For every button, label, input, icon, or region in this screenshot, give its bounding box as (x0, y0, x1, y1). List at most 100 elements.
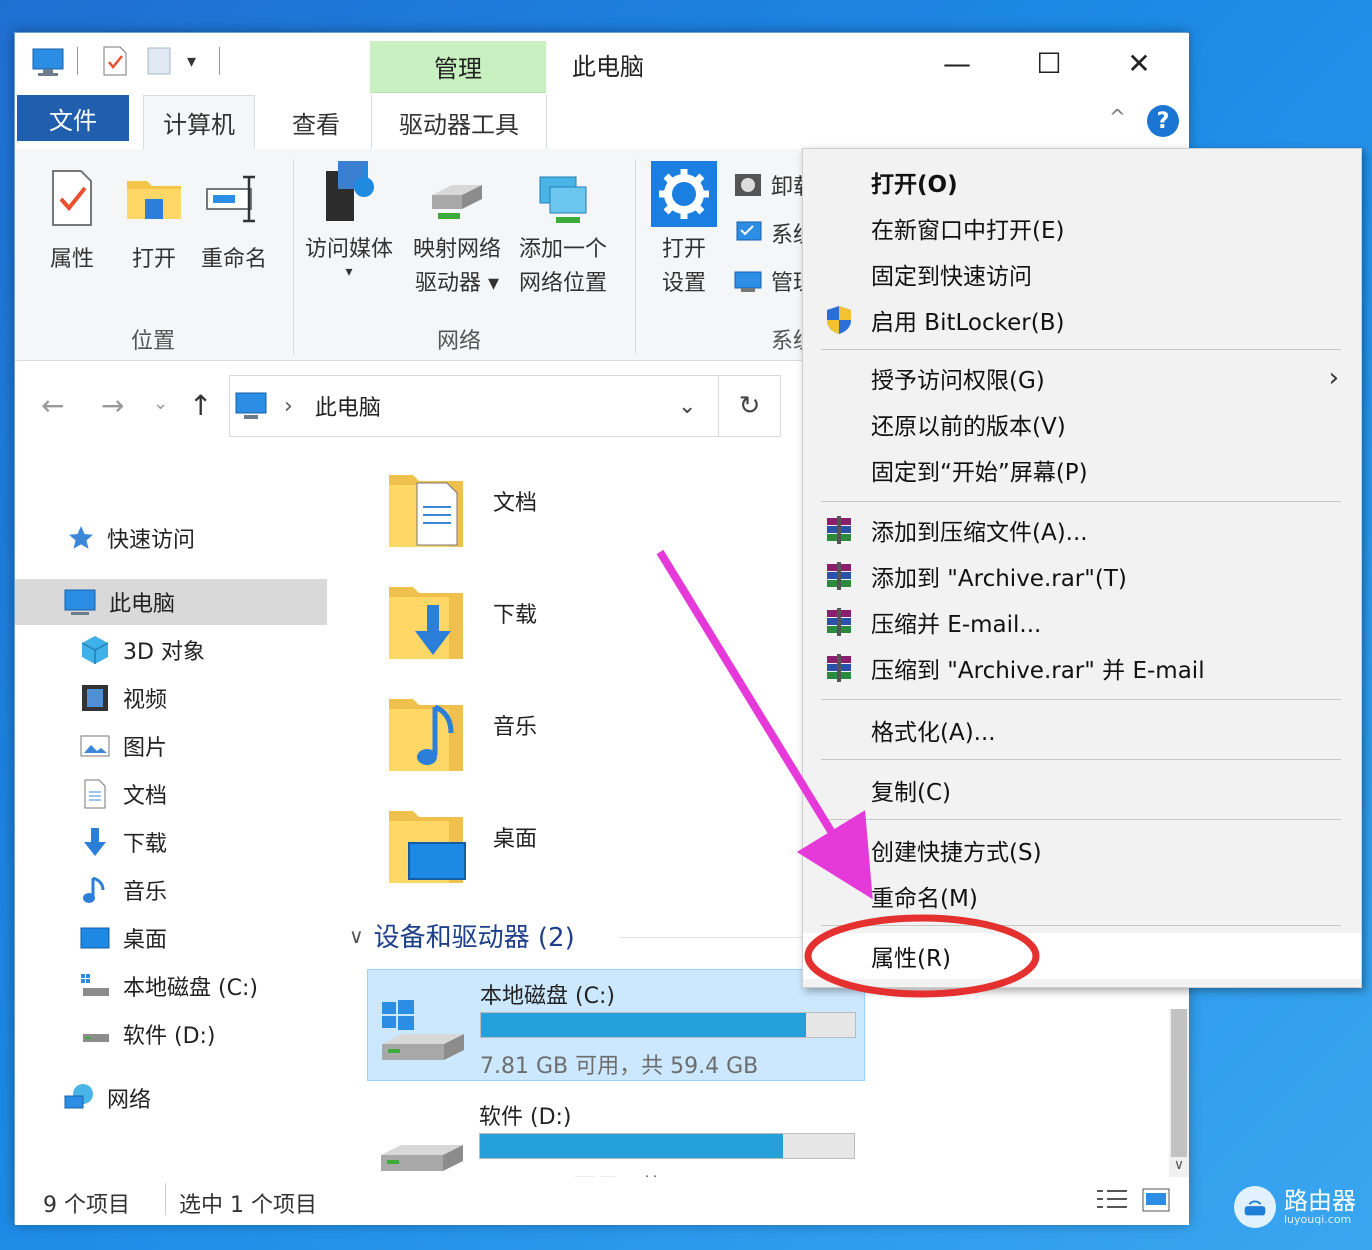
drive-usage-fill (480, 1134, 783, 1158)
window-title: 此电脑 (572, 53, 644, 81)
rename-label: 重命名 (201, 247, 268, 272)
folder-label[interactable]: 音乐 (493, 709, 537, 741)
sidebar-item-desktop[interactable]: 桌面 (15, 915, 327, 961)
sidebar-item-3d-objects[interactable]: 3D 对象 (15, 627, 327, 673)
sidebar-item-pictures[interactable]: 图片 (15, 723, 327, 769)
documents-folder-icon[interactable] (387, 463, 467, 553)
new-folder-quick-icon[interactable] (145, 45, 173, 77)
menu-item-create-shortcut[interactable]: 创建快捷方式(S) (803, 827, 1361, 873)
maximize-button[interactable]: ☐ (1019, 41, 1079, 85)
scroll-down-icon[interactable]: ∨ (1169, 1157, 1189, 1177)
chevron-down-icon[interactable]: ∨ (349, 924, 364, 948)
selected-count: 选中 1 个项目 (179, 1193, 317, 1218)
vertical-scrollbar[interactable]: ∨ (1169, 1009, 1189, 1177)
settings-gear-icon (651, 161, 717, 227)
menu-item-format[interactable]: 格式化(A)... (803, 707, 1361, 753)
open-button[interactable]: 打开 (123, 167, 185, 277)
section-header-label: 设备和驱动器 (2) (373, 923, 575, 953)
menu-item-compress-email[interactable]: 压缩并 E-mail... (803, 599, 1361, 645)
drive-usage-fill (481, 1013, 807, 1037)
this-pc-icon[interactable] (31, 45, 65, 77)
winrar-icon (827, 562, 851, 590)
breadcrumb-separator[interactable]: › (284, 394, 293, 419)
details-view-icon[interactable] (1095, 1187, 1129, 1213)
sidebar-item-this-pc[interactable]: 此电脑 (15, 579, 327, 625)
collapse-ribbon-button[interactable]: ^ (1109, 105, 1126, 129)
sidebar-item-local-disk-c[interactable]: 本地磁盘 (C:) (15, 963, 327, 1009)
customize-quick-access-icon[interactable]: ▾ (187, 51, 196, 72)
scrollbar-thumb[interactable] (1171, 1009, 1187, 1157)
map-network-drive-button[interactable]: 映射网络 驱动器 ▾ (413, 173, 501, 301)
access-media-icon (326, 161, 374, 221)
open-settings-button[interactable]: 打开 设置 (651, 161, 717, 301)
rename-button[interactable]: 重命名 (201, 167, 267, 277)
menu-item-compress-rar-email[interactable]: 压缩到 "Archive.rar" 并 E-mail (803, 645, 1361, 691)
sidebar-item-drive-d[interactable]: 软件 (D:) (15, 1011, 327, 1057)
navigation-pane: 快速访问 此电脑 3D 对象 视频 图片 文档 下载 音乐 桌面 本地磁盘 (C… (15, 449, 337, 1177)
folder-label[interactable]: 桌面 (493, 821, 537, 853)
submenu-chevron-icon: › (1328, 363, 1339, 393)
sidebar-item-downloads[interactable]: 下载 (15, 819, 327, 865)
this-pc-icon (64, 589, 96, 615)
drive-name: 软件 (D:) (479, 1105, 572, 1130)
menu-item-properties[interactable]: 属性(R) (803, 933, 1361, 979)
downloads-folder-icon[interactable] (387, 575, 467, 665)
sidebar-item-label: 软件 (D:) (123, 1024, 216, 1049)
winrar-icon (827, 516, 851, 544)
properties-quick-icon[interactable] (101, 45, 129, 77)
folder-label[interactable]: 文档 (493, 485, 537, 517)
address-dropdown-button[interactable]: ⌄ (678, 394, 696, 419)
sidebar-item-documents[interactable]: 文档 (15, 771, 327, 817)
add-network-location-icon (539, 176, 587, 223)
music-note-icon (83, 876, 105, 903)
group-separator (293, 159, 294, 355)
properties-button[interactable]: 属性 (41, 167, 103, 277)
add-network-location-button[interactable]: 添加一个 网络位置 (519, 173, 607, 301)
menu-item-pin-start[interactable]: 固定到“开始”屏幕(P) (803, 447, 1361, 493)
menu-item-add-to-archive-rar[interactable]: 添加到 "Archive.rar"(T) (803, 553, 1361, 599)
open-settings-label-line2: 设置 (661, 271, 706, 296)
tab-drive-tools[interactable]: 驱动器工具 (371, 95, 547, 149)
toolbar-separator (77, 47, 78, 75)
sidebar-item-label: 视频 (123, 688, 168, 713)
picture-icon (80, 735, 110, 757)
refresh-button[interactable]: ↻ (719, 375, 781, 437)
drive-icon (83, 1034, 109, 1042)
menu-item-pin-quick-access[interactable]: 固定到快速访问 (803, 251, 1361, 297)
drive-tile-c[interactable]: 本地磁盘 (C:) 7.81 GB 可用，共 59.4 GB (367, 969, 865, 1081)
sidebar-item-network[interactable]: 网络 (15, 1075, 327, 1121)
desktop-folder-icon[interactable] (387, 799, 467, 889)
menu-item-rename[interactable]: 重命名(M) (803, 873, 1361, 919)
access-media-button[interactable]: 访问媒体 ▾ (305, 157, 393, 279)
menu-item-grant-access[interactable]: 授予访问权限(G) › (803, 355, 1361, 401)
menu-item-restore-versions[interactable]: 还原以前的版本(V) (803, 401, 1361, 447)
up-button[interactable]: ↑ (189, 389, 212, 422)
network-icon (64, 1084, 93, 1109)
minimize-button[interactable]: — (927, 41, 987, 85)
tab-computer[interactable]: 计算机 (143, 95, 255, 149)
address-bar[interactable]: › 此电脑 ⌄ (229, 375, 719, 437)
sidebar-item-quick-access[interactable]: 快速访问 (15, 515, 327, 561)
tab-view[interactable]: 查看 (261, 95, 371, 149)
tab-file[interactable]: 文件 (17, 95, 129, 141)
help-button[interactable]: ? (1147, 105, 1179, 137)
forward-button[interactable]: → (101, 389, 124, 422)
breadcrumb-this-pc[interactable]: 此电脑 (315, 390, 381, 422)
devices-and-drives-header[interactable]: ∨ 设备和驱动器 (2) (349, 917, 575, 954)
recent-locations-button[interactable]: ⌄ (153, 393, 168, 414)
group-label-network: 网络 (437, 329, 482, 354)
large-icons-view-icon[interactable] (1141, 1187, 1171, 1213)
sidebar-item-music[interactable]: 音乐 (15, 867, 327, 913)
tab-manage[interactable]: 管理 (370, 41, 546, 93)
folder-label[interactable]: 下载 (493, 597, 537, 629)
menu-item-copy[interactable]: 复制(C) (803, 767, 1361, 813)
close-button[interactable]: ✕ (1109, 41, 1169, 85)
sidebar-item-videos[interactable]: 视频 (15, 675, 327, 721)
back-button[interactable]: ← (41, 389, 64, 422)
music-folder-icon[interactable] (387, 687, 467, 777)
menu-item-add-to-archive[interactable]: 添加到压缩文件(A)... (803, 507, 1361, 553)
menu-item-open-new-window[interactable]: 在新窗口中打开(E) (803, 205, 1361, 251)
watermark-text: 路由器 (1284, 1186, 1356, 1215)
menu-item-open[interactable]: 打开(O) (803, 159, 1361, 205)
menu-item-bitlocker[interactable]: 启用 BitLocker(B) (803, 297, 1361, 343)
